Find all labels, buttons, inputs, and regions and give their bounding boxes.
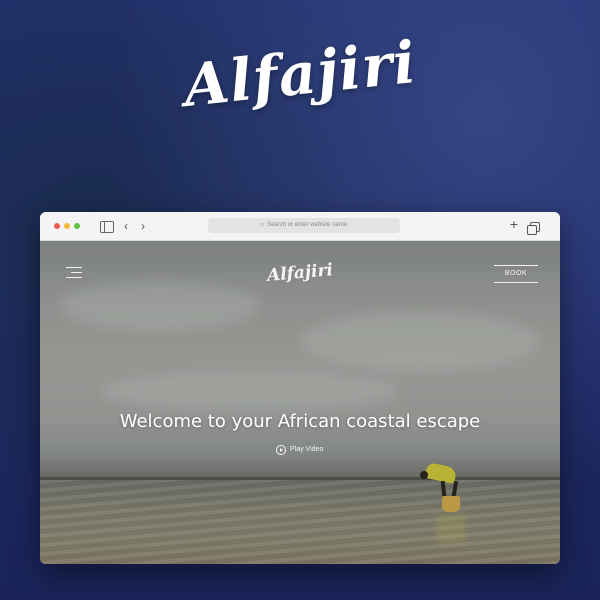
sidebar-icon[interactable] [100,221,114,233]
tabs-icon[interactable] [527,222,540,235]
maximize-window-button[interactable] [74,223,80,229]
minimize-window-button[interactable] [64,223,70,229]
website-hero: Alfajiri BOOK Welcome to your African co… [40,241,560,564]
browser-window: ‹ › ⌕ Search or enter website name + Alfa… [40,212,560,564]
chevron-right-icon[interactable]: › [141,219,145,233]
hero-headline: Welcome to your African coastal escape [119,411,481,432]
play-video-label: Play Video [290,446,324,453]
close-window-button[interactable] [54,223,60,229]
chevron-left-icon[interactable]: ‹ [124,219,128,233]
play-icon [276,445,286,455]
browser-toolbar: ‹ › ⌕ Search or enter website name + [40,212,560,241]
address-placeholder: Search or enter website name [267,222,348,228]
plus-icon[interactable]: + [510,217,518,231]
search-icon: ⌕ [260,222,265,228]
hamburger-menu-icon[interactable] [66,267,82,278]
address-bar[interactable]: ⌕ Search or enter website name [208,218,400,233]
book-button[interactable]: BOOK [494,265,538,283]
play-video-button[interactable]: Play Video [276,445,323,455]
